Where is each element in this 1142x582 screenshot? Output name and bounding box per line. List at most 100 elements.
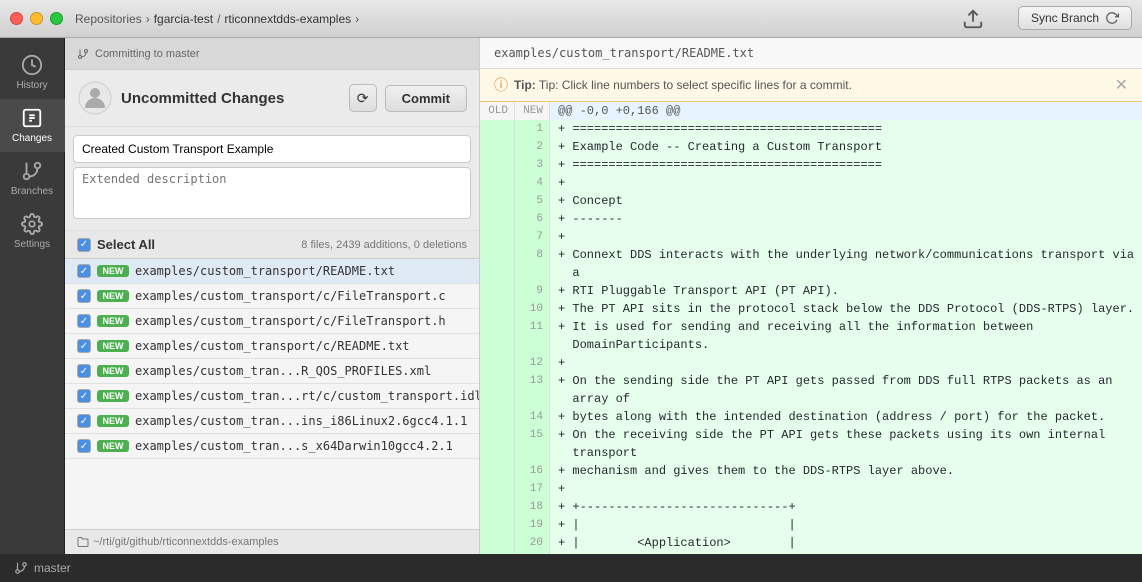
gutter-new[interactable]: 19 (515, 516, 550, 534)
close-button[interactable] (10, 12, 23, 25)
extended-description-input[interactable] (73, 167, 471, 219)
table-row[interactable]: NEW examples/custom_transport/c/FileTran… (65, 284, 479, 309)
info-icon: ⓘ (494, 75, 508, 95)
gutter-old[interactable] (480, 228, 515, 246)
sidebar-item-history[interactable]: History (0, 46, 65, 99)
gutter-new[interactable] (515, 264, 550, 282)
gutter-new[interactable]: 11 (515, 318, 550, 336)
gutter-old[interactable] (480, 174, 515, 192)
gutter-old[interactable] (480, 246, 515, 264)
file-checkbox-7[interactable] (77, 439, 91, 453)
gutter-old[interactable] (480, 138, 515, 156)
table-row[interactable]: NEW examples/custom_transport/c/FileTran… (65, 309, 479, 334)
gutter-old[interactable] (480, 264, 515, 282)
gutter-new[interactable] (515, 390, 550, 408)
refresh-button[interactable]: ⟳ (349, 84, 377, 112)
gutter-new[interactable]: 9 (515, 282, 550, 300)
diff-line: 16 + mechanism and gives them to the DDS… (480, 462, 1142, 480)
maximize-button[interactable] (50, 12, 63, 25)
gutter-new[interactable]: 4 (515, 174, 550, 192)
breadcrumb-repo[interactable]: Repositories (75, 12, 142, 26)
gutter-new[interactable]: 16 (515, 462, 550, 480)
commit-message-input[interactable] (73, 135, 471, 163)
gutter-new[interactable]: 1 (515, 120, 550, 138)
uncommitted-title: Uncommitted Changes (121, 90, 341, 107)
gutter-new[interactable]: 20 (515, 534, 550, 552)
file-checkbox-6[interactable] (77, 414, 91, 428)
file-checkbox-5[interactable] (77, 389, 91, 403)
gutter-new[interactable]: 21 (515, 552, 550, 554)
breadcrumb-project[interactable]: rticonnextdds-examples (224, 12, 351, 26)
diff-content[interactable]: OLD NEW @@ -0,0 +0,166 @@ 1 + ==========… (480, 102, 1142, 554)
gutter-new[interactable]: 6 (515, 210, 550, 228)
file-checkbox-0[interactable] (77, 264, 91, 278)
select-all-checkbox[interactable] (77, 238, 91, 252)
gutter-old[interactable] (480, 426, 515, 444)
gutter-old[interactable] (480, 462, 515, 480)
gutter-old[interactable] (480, 192, 515, 210)
gutter-old[interactable] (480, 336, 515, 354)
gutter-old[interactable] (480, 534, 515, 552)
table-row[interactable]: NEW examples/custom_transport/README.txt (65, 259, 479, 284)
table-row[interactable]: NEW examples/custom_transport/c/README.t… (65, 334, 479, 359)
diff-line: 6 + ------- (480, 210, 1142, 228)
committing-bar: Committing to master (65, 38, 479, 70)
minimize-button[interactable] (30, 12, 43, 25)
select-all-label[interactable]: Select All (97, 237, 301, 252)
diff-text: + ======================================… (550, 120, 1142, 138)
table-row[interactable]: NEW examples/custom_tran...rt/c/custom_t… (65, 384, 479, 409)
gutter-new[interactable] (515, 444, 550, 462)
gutter-old[interactable] (480, 498, 515, 516)
gutter-old[interactable] (480, 318, 515, 336)
table-row[interactable]: NEW examples/custom_tran...s_x64Darwin10… (65, 434, 479, 459)
gutter-old[interactable] (480, 372, 515, 390)
breadcrumb-arrow: › (355, 12, 359, 26)
gutter-old[interactable] (480, 408, 515, 426)
gutter-new[interactable] (515, 336, 550, 354)
gutter-new[interactable]: 13 (515, 372, 550, 390)
gutter-old[interactable] (480, 516, 515, 534)
gutter-old[interactable] (480, 354, 515, 372)
gutter-old[interactable] (480, 480, 515, 498)
file-checkbox-3[interactable] (77, 339, 91, 353)
gutter-new[interactable]: 5 (515, 192, 550, 210)
file-checkbox-1[interactable] (77, 289, 91, 303)
gutter-old[interactable] (480, 390, 515, 408)
diff-line: DomainParticipants. (480, 336, 1142, 354)
sidebar-item-changes[interactable]: Changes (0, 99, 65, 152)
gutter-old[interactable] (480, 156, 515, 174)
gutter-new[interactable]: 12 (515, 354, 550, 372)
close-tip-button[interactable]: ✕ (1115, 75, 1128, 95)
gutter-old[interactable] (480, 300, 515, 318)
gutter-old[interactable] (480, 282, 515, 300)
gutter-new[interactable]: 2 (515, 138, 550, 156)
table-row[interactable]: NEW examples/custom_tran...R_QOS_PROFILE… (65, 359, 479, 384)
gutter-new[interactable]: 14 (515, 408, 550, 426)
sidebar-item-settings[interactable]: Settings (0, 205, 65, 258)
breadcrumb-user[interactable]: fgarcia-test (154, 12, 213, 26)
upload-button[interactable] (959, 6, 987, 32)
branch-status-icon (14, 561, 28, 575)
diff-text: + The PT API sits in the protocol stack … (550, 300, 1142, 318)
gutter-old[interactable] (480, 444, 515, 462)
diff-line: 4 + (480, 174, 1142, 192)
sync-branch-button[interactable]: Sync Branch (1018, 6, 1132, 30)
commit-button[interactable]: Commit (385, 85, 467, 112)
gutter-new[interactable]: 18 (515, 498, 550, 516)
file-checkbox-4[interactable] (77, 364, 91, 378)
gutter-old[interactable] (480, 552, 515, 554)
sidebar-item-branches[interactable]: Branches (0, 152, 65, 205)
gutter-old[interactable] (480, 120, 515, 138)
gutter-new[interactable]: 10 (515, 300, 550, 318)
table-row[interactable]: NEW examples/custom_tran...ins_i86Linux2… (65, 409, 479, 434)
diff-panel: examples/custom_transport/README.txt ⓘ T… (480, 38, 1142, 554)
gutter-new[interactable]: 15 (515, 426, 550, 444)
gutter-new[interactable]: 3 (515, 156, 550, 174)
gutter-new[interactable]: 17 (515, 480, 550, 498)
gutter-new[interactable]: 8 (515, 246, 550, 264)
gutter-new[interactable]: 7 (515, 228, 550, 246)
file-checkbox-2[interactable] (77, 314, 91, 328)
diff-line: 11 + It is used for sending and receivin… (480, 318, 1142, 336)
main-layout: History Changes Branches (0, 38, 1142, 554)
gutter-old[interactable] (480, 210, 515, 228)
